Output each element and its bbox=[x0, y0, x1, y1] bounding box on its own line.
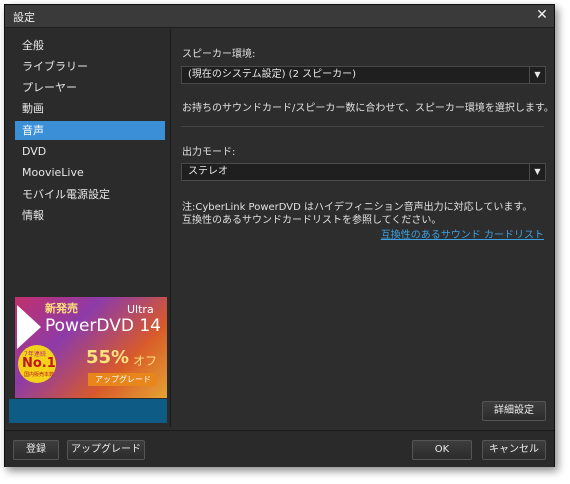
dialog-footer: 登録 アップグレード OK キャンセル bbox=[5, 430, 554, 467]
register-button[interactable]: 登録 bbox=[13, 440, 59, 460]
sidebar-item-info[interactable]: 情報 bbox=[15, 206, 165, 225]
speaker-environment-value: (現在のシステム設定) (2 スピーカー) bbox=[188, 69, 357, 80]
output-mode-select[interactable]: ステレオ ▼ bbox=[181, 163, 546, 181]
speaker-environment-label: スピーカー環境: bbox=[182, 49, 256, 60]
speaker-help-text: お持ちのサウンドカード/スピーカー数に合わせて、スピーカー環境を選択します。 bbox=[182, 103, 554, 114]
settings-dialog: 設定 ✕ 全般 ライブラリー プレーヤー 動画 音声 DVD MoovieLiv… bbox=[4, 4, 555, 467]
close-icon[interactable]: ✕ bbox=[534, 7, 550, 23]
promo-no1-sub: 国内販売本数 bbox=[24, 372, 55, 378]
promo-no1: No.1 bbox=[22, 356, 56, 371]
promo-off: オフ bbox=[133, 354, 158, 368]
chevron-down-icon: ▼ bbox=[529, 67, 545, 83]
sidebar-item-mobile-power[interactable]: モバイル電源設定 bbox=[15, 185, 165, 204]
title-bar: 設定 ✕ bbox=[5, 5, 554, 28]
window-title: 設定 bbox=[13, 11, 35, 24]
sidebar: 全般 ライブラリー プレーヤー 動画 音声 DVD MoovieLive モバイ… bbox=[6, 29, 171, 427]
sidebar-item-general[interactable]: 全般 bbox=[15, 36, 165, 55]
promo-footer-strip bbox=[9, 399, 167, 423]
promo-discount: 55% bbox=[86, 347, 130, 368]
output-mode-label: 出力モード: bbox=[182, 147, 236, 158]
promo-banner[interactable]: 新発売 Ultra PowerDVD 14 7年連続 No.1 国内販売本数 5… bbox=[15, 297, 167, 398]
note-line-2: 互換性のあるサウンドカードリストを参照してください。 bbox=[182, 215, 442, 226]
promo-ultra-label: Ultra bbox=[127, 303, 154, 316]
upgrade-button[interactable]: アップグレード bbox=[67, 440, 145, 460]
chevron-down-icon: ▼ bbox=[529, 164, 545, 180]
play-icon bbox=[17, 305, 41, 349]
cancel-button[interactable]: キャンセル bbox=[482, 440, 546, 460]
ok-button[interactable]: OK bbox=[412, 440, 472, 460]
promo-upgrade: アップグレード bbox=[95, 375, 151, 384]
compatible-soundcard-link[interactable]: 互換性のあるサウンド カードリスト bbox=[381, 226, 544, 241]
promo-new-label: 新発売 bbox=[45, 302, 78, 315]
advanced-settings-button[interactable]: 詳細設定 bbox=[482, 401, 546, 421]
divider bbox=[181, 126, 544, 127]
audio-settings-panel: スピーカー環境: (現在のシステム設定) (2 スピーカー) ▼ お持ちのサウン… bbox=[171, 28, 554, 427]
sidebar-item-audio[interactable]: 音声 bbox=[15, 121, 165, 140]
sidebar-item-library[interactable]: ライブラリー bbox=[15, 57, 165, 76]
output-mode-value: ステレオ bbox=[188, 166, 228, 177]
sidebar-item-moovielive[interactable]: MoovieLive bbox=[15, 163, 165, 182]
sidebar-item-player[interactable]: プレーヤー bbox=[15, 78, 165, 97]
sidebar-item-video[interactable]: 動画 bbox=[15, 99, 165, 118]
promo-product-name: PowerDVD 14 bbox=[45, 316, 161, 336]
sidebar-item-dvd[interactable]: DVD bbox=[15, 142, 165, 161]
speaker-environment-select[interactable]: (現在のシステム設定) (2 スピーカー) ▼ bbox=[181, 66, 546, 84]
